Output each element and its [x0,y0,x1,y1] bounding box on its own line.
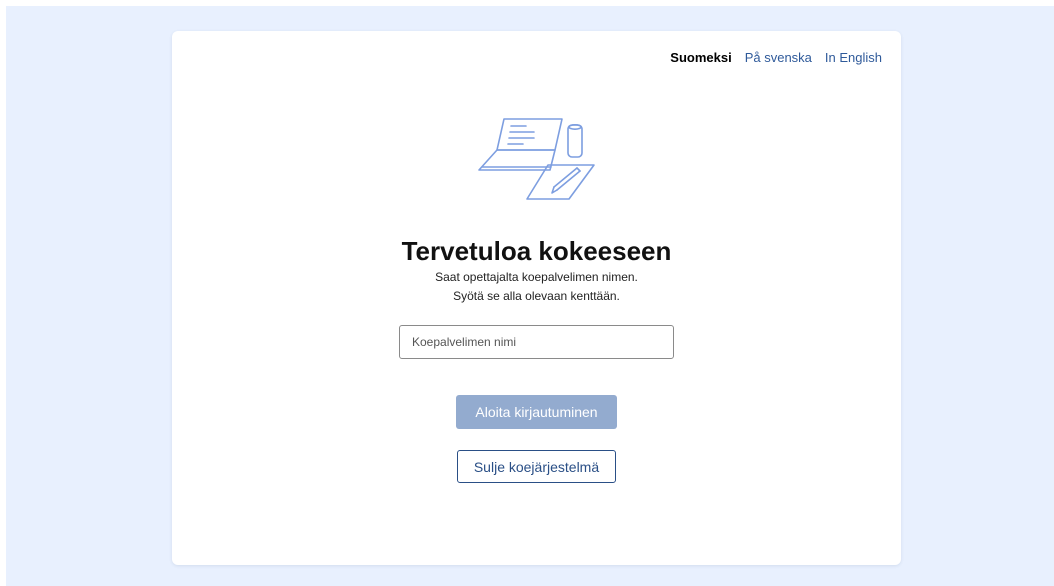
start-login-button[interactable]: Aloita kirjautuminen [456,395,617,429]
instructions: Saat opettajalta koepalvelimen nimen. Sy… [172,268,901,306]
server-name-input[interactable] [399,325,674,359]
instruction-line-1: Saat opettajalta koepalvelimen nimen. [435,270,638,284]
close-exam-system-button[interactable]: Sulje koejärjestelmä [457,450,616,483]
instruction-line-2: Syötä se alla olevaan kenttään. [453,289,620,303]
language-swedish[interactable]: På svenska [745,50,812,65]
language-finnish: Suomeksi [670,50,732,65]
laptop-exam-icon [478,118,595,200]
page-title: Tervetuloa kokeeseen [401,236,672,267]
language-english[interactable]: In English [825,50,882,65]
language-selector: Suomeksi På svenska In English [670,50,882,65]
login-card: Suomeksi På svenska In English Tervetulo… [172,31,901,565]
